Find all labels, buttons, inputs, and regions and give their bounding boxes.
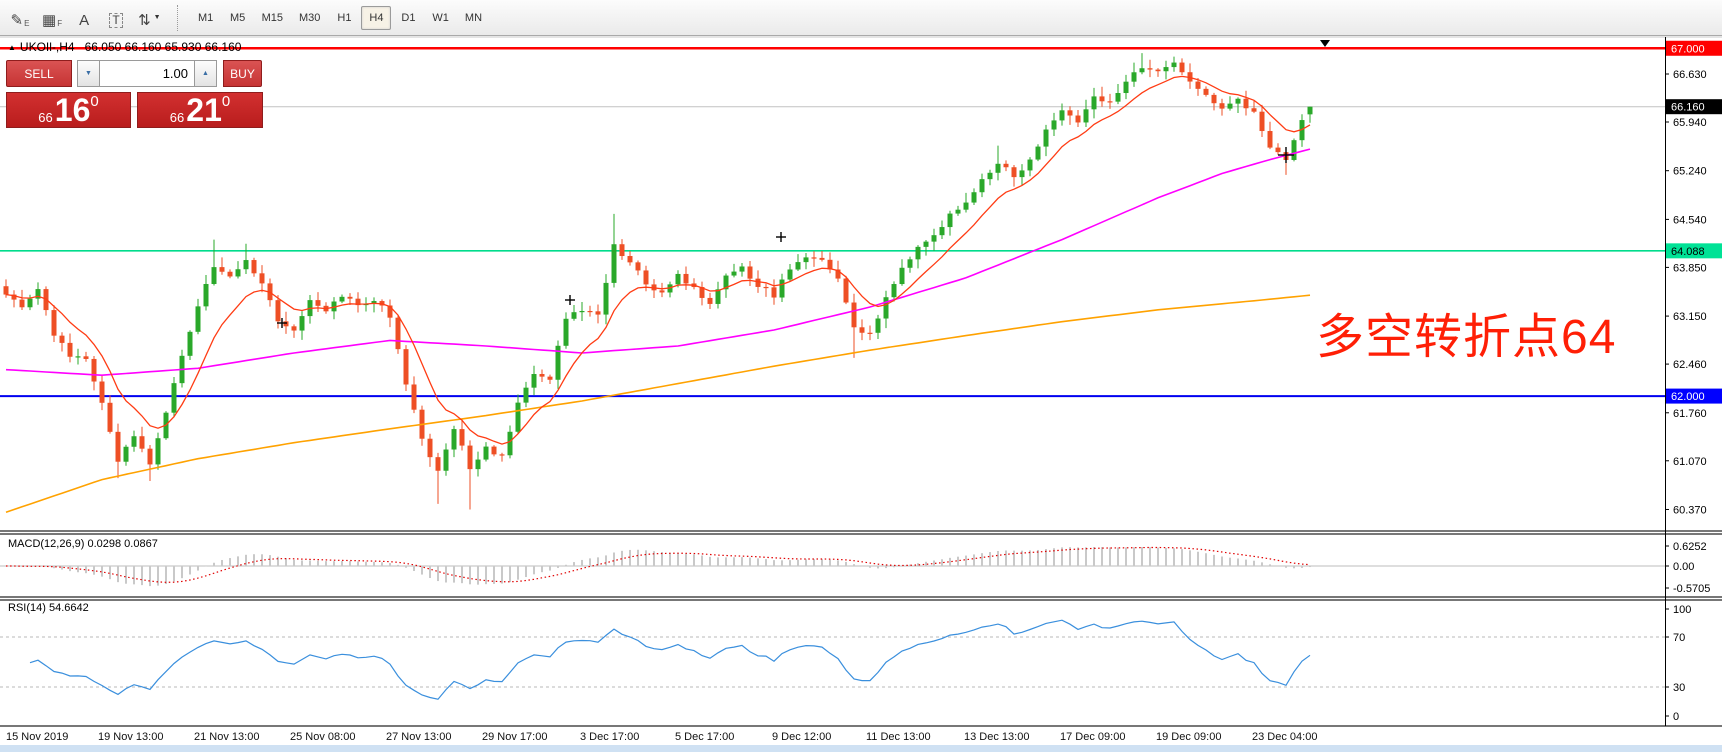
window-bottom-edge: [0, 745, 1722, 752]
symbol-period-label: UKOIl-,H4: [20, 40, 75, 54]
mt4-window: ✎E▦FAT⇅▼ M1M5M15M30H1H4D1W1MN 66.63065.9…: [0, 0, 1722, 752]
arrow-objects-icon[interactable]: ⇅▼: [133, 5, 166, 31]
svg-text:-0.5705: -0.5705: [1673, 583, 1710, 595]
fibonacci-grid-icon: ▦: [42, 13, 56, 28]
timeframe-button-h4[interactable]: H4: [361, 6, 391, 30]
one-click-trading-panel: SELL ▼ ▲ BUY 66160 66210: [6, 60, 264, 128]
svg-text:70: 70: [1673, 632, 1685, 644]
macd-indicator-label: MACD(12,26,9) 0.0298 0.0867: [8, 538, 158, 550]
buy-price-tile[interactable]: 66210: [137, 92, 263, 128]
svg-text:29 Nov 17:00: 29 Nov 17:00: [482, 731, 547, 743]
toolbar-separator: [177, 5, 184, 31]
svg-text:61.760: 61.760: [1673, 408, 1707, 420]
svg-text:11 Dec 13:00: 11 Dec 13:00: [866, 731, 931, 743]
svg-text:66.630: 66.630: [1673, 69, 1707, 81]
timeframe-button-d1[interactable]: D1: [393, 6, 423, 30]
timeframe-button-m15[interactable]: M15: [255, 6, 290, 30]
svg-text:9 Dec 12:00: 9 Dec 12:00: [772, 731, 831, 743]
chart-tools-icon: ✎: [11, 13, 24, 28]
icon-subscript: E: [24, 20, 29, 28]
sell-big-figure: 66: [38, 110, 52, 125]
arrow-objects-icon: ⇅: [138, 13, 151, 28]
svg-text:21 Nov 13:00: 21 Nov 13:00: [194, 731, 259, 743]
svg-text:30: 30: [1673, 682, 1685, 694]
buy-pipette: 0: [222, 94, 230, 109]
svg-text:27 Nov 13:00: 27 Nov 13:00: [386, 731, 451, 743]
svg-text:23 Dec 04:00: 23 Dec 04:00: [1252, 731, 1317, 743]
icon-subscript: F: [57, 20, 62, 28]
drawing-tools-group: ✎E▦FAT⇅▼: [4, 5, 167, 31]
svg-text:3 Dec 17:00: 3 Dec 17:00: [580, 731, 639, 743]
svg-text:0.6252: 0.6252: [1673, 541, 1707, 553]
timeframe-button-m30[interactable]: M30: [292, 6, 327, 30]
sell-pipette: 0: [90, 94, 98, 109]
timeframe-group: M1M5M15M30H1H4D1W1MN: [190, 6, 490, 30]
timeframe-button-w1[interactable]: W1: [425, 6, 456, 30]
svg-text:61.070: 61.070: [1673, 456, 1707, 468]
trade-panel-row: SELL ▼ ▲ BUY: [6, 60, 264, 87]
fibonacci-grid-icon[interactable]: ▦F: [37, 5, 67, 31]
toolbar: ✎E▦FAT⇅▼ M1M5M15M30H1H4D1W1MN: [0, 0, 1722, 36]
buy-button[interactable]: BUY: [223, 60, 262, 87]
volume-decrease-button[interactable]: ▼: [77, 60, 100, 87]
spin-down-icon: ▼: [85, 70, 92, 77]
svg-text:62.000: 62.000: [1671, 391, 1705, 403]
svg-text:62.460: 62.460: [1673, 359, 1707, 371]
text-label-icon: T: [109, 13, 122, 28]
sell-price-tile[interactable]: 66160: [6, 92, 131, 128]
collapse-panel-icon[interactable]: ▲: [8, 43, 16, 52]
svg-text:66.160: 66.160: [1671, 102, 1705, 114]
volume-input[interactable]: [100, 60, 194, 87]
volume-increase-button[interactable]: ▲: [194, 60, 217, 87]
svg-text:19 Dec 09:00: 19 Dec 09:00: [1156, 731, 1221, 743]
timeframe-button-h1[interactable]: H1: [329, 6, 359, 30]
text-icon: A: [79, 13, 89, 28]
timeframe-button-m5[interactable]: M5: [223, 6, 253, 30]
svg-text:100: 100: [1673, 604, 1691, 616]
buy-pips: 21: [186, 95, 222, 125]
svg-text:13 Dec 13:00: 13 Dec 13:00: [964, 731, 1029, 743]
svg-text:64.540: 64.540: [1673, 214, 1707, 226]
timeframe-button-m1[interactable]: M1: [191, 6, 221, 30]
rsi-indicator-label: RSI(14) 54.6642: [8, 602, 89, 614]
svg-text:63.850: 63.850: [1673, 262, 1707, 274]
chart-title: ▲ UKOIl-,H4 66.050 66.160 65.930 66.160: [8, 40, 241, 54]
buy-big-figure: 66: [170, 110, 184, 125]
chart-tools-icon[interactable]: ✎E: [5, 5, 35, 31]
trade-panel-prices: 66160 66210: [6, 92, 264, 128]
ohlc-values: 66.050 66.160 65.930 66.160: [85, 40, 242, 54]
svg-text:19 Nov 13:00: 19 Nov 13:00: [98, 731, 163, 743]
svg-text:65.240: 65.240: [1673, 166, 1707, 178]
svg-text:25 Nov 08:00: 25 Nov 08:00: [290, 731, 355, 743]
svg-text:65.940: 65.940: [1673, 117, 1707, 129]
text-icon[interactable]: A: [69, 5, 99, 31]
sell-button[interactable]: SELL: [6, 60, 72, 87]
spin-up-icon: ▲: [202, 70, 209, 77]
chart-text-annotation: 多空转折点64: [1316, 297, 1616, 367]
svg-text:67.000: 67.000: [1671, 43, 1705, 55]
svg-text:5 Dec 17:00: 5 Dec 17:00: [675, 731, 734, 743]
svg-text:15 Nov 2019: 15 Nov 2019: [6, 731, 68, 743]
text-label-icon[interactable]: T: [101, 5, 131, 31]
svg-text:64.088: 64.088: [1671, 246, 1705, 258]
sell-pips: 16: [55, 95, 91, 125]
svg-text:17 Dec 09:00: 17 Dec 09:00: [1060, 731, 1125, 743]
svg-text:60.370: 60.370: [1673, 504, 1707, 516]
chevron-down-icon: ▼: [154, 14, 161, 21]
svg-text:0.00: 0.00: [1673, 561, 1694, 573]
svg-text:0: 0: [1673, 711, 1679, 723]
svg-text:63.150: 63.150: [1673, 311, 1707, 323]
timeframe-button-mn[interactable]: MN: [458, 6, 489, 30]
